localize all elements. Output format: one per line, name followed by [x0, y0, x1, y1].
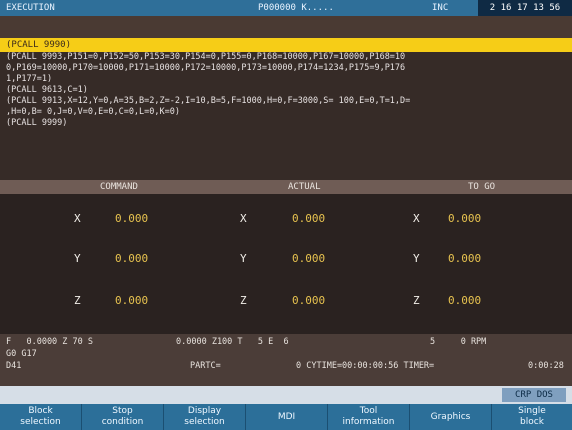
- header-spacer: [0, 16, 572, 38]
- softkey-label: Display: [187, 406, 222, 416]
- softkey-graphics[interactable]: Graphics: [410, 404, 492, 430]
- to-go-axis-label: X: [413, 212, 420, 225]
- softkey-single-block[interactable]: Single block: [492, 404, 572, 430]
- program-line: (PCALL 9913,X=12,Y=0,A=35,B=2,Z=-2,I=10,…: [6, 96, 411, 106]
- command-header: COMMAND: [100, 182, 138, 192]
- status-panel: F 0.0000 Z 70 S 0.0000 Z100 T 5 E 6 5 0 …: [0, 334, 572, 386]
- program-line: 1,P177=1): [6, 74, 53, 84]
- actual-value: 0.000: [292, 252, 326, 265]
- softkey-label: selection: [184, 417, 225, 427]
- position-display: X 0.000 X 0.000 X 0.000 Y 0.000 Y 0.000 …: [0, 194, 572, 334]
- timer-value: 0:00:28: [528, 361, 564, 371]
- program-listing: (PCALL 9993,P151=0,P152=50,P153=30,P154=…: [0, 52, 572, 180]
- softkey-tool-information[interactable]: Tool information: [328, 404, 410, 430]
- softkey-label: Stop: [112, 406, 133, 416]
- actual-axis-label: Z: [240, 294, 247, 307]
- softkey-label: condition: [101, 417, 144, 427]
- command-value: 0.000: [115, 294, 149, 307]
- title-bar: EXECUTION P000000 K..... INC 2 16 17 13 …: [0, 0, 572, 16]
- date-time: 2 16 17 13 56: [478, 0, 572, 16]
- offset-code: D41: [6, 361, 22, 371]
- active-block-line: (PCALL 9990): [0, 38, 572, 52]
- active-block-text: (PCALL 9990): [6, 40, 72, 50]
- softkey-label: block: [520, 417, 544, 427]
- actual-axis-label: Y: [240, 252, 247, 265]
- rpm-status: 5 0 RPM: [430, 337, 487, 347]
- command-value: 0.000: [115, 252, 149, 265]
- function-bar: CRP DOS: [0, 386, 572, 404]
- softkey-label: Block: [28, 406, 53, 416]
- command-axis-label: Y: [74, 252, 81, 265]
- softkey-label: Tool: [359, 406, 378, 416]
- softkey-mdi[interactable]: MDI: [246, 404, 328, 430]
- program-line: (PCALL 9999): [6, 118, 68, 128]
- spindle-tool-status: 0.0000 Z100 T 5 E 6: [176, 337, 289, 347]
- cnc-screen: EXECUTION P000000 K..... INC 2 16 17 13 …: [0, 0, 572, 430]
- command-axis-label: Z: [74, 294, 81, 307]
- command-axis-label: X: [74, 212, 81, 225]
- softkey-label: Single: [518, 406, 546, 416]
- cycle-time: 0 CYTIME=00:00:00:56 TIMER=: [296, 361, 435, 371]
- program-line: (PCALL 9613,C=1): [6, 85, 88, 95]
- to-go-header: TO GO: [468, 182, 496, 192]
- softkey-label: selection: [20, 417, 61, 427]
- crp-dos-button[interactable]: CRP DOS: [502, 388, 566, 402]
- mode-label: EXECUTION: [6, 3, 55, 13]
- softkey-label: MDI: [277, 412, 296, 422]
- softkey-stop-condition[interactable]: Stop condition: [82, 404, 164, 430]
- command-value: 0.000: [115, 212, 149, 225]
- feed-status: F 0.0000 Z 70 S: [6, 337, 93, 347]
- program-line: (PCALL 9993,P151=0,P152=50,P153=30,P154=…: [6, 52, 406, 62]
- to-go-value: 0.000: [448, 252, 482, 265]
- actual-axis-label: X: [240, 212, 247, 225]
- actual-value: 0.000: [292, 294, 326, 307]
- to-go-value: 0.000: [448, 212, 482, 225]
- program-line: ,H=0,B= 0,J=0,V=0,E=0,C=0,L=0,K=0): [6, 107, 180, 117]
- softkey-display-selection[interactable]: Display selection: [164, 404, 246, 430]
- actual-header: ACTUAL: [288, 182, 321, 192]
- position-header: COMMAND ACTUAL TO GO: [0, 180, 572, 194]
- softkey-label: Graphics: [430, 412, 471, 422]
- softkey-label: information: [342, 417, 395, 427]
- to-go-axis-label: Y: [413, 252, 420, 265]
- softkey-bar: Block selection Stop condition Display s…: [0, 404, 572, 430]
- program-number: P000000 K.....: [258, 3, 334, 13]
- modal-codes: G0 G17: [6, 349, 37, 359]
- to-go-axis-label: Z: [413, 294, 420, 307]
- part-count-label: PARTC=: [190, 361, 221, 371]
- softkey-block-selection[interactable]: Block selection: [0, 404, 82, 430]
- actual-value: 0.000: [292, 212, 326, 225]
- unit-indicator: INC: [432, 3, 449, 13]
- program-line: 0,P169=10000,P170=10000,P171=10000,P172=…: [6, 63, 406, 73]
- to-go-value: 0.000: [448, 294, 482, 307]
